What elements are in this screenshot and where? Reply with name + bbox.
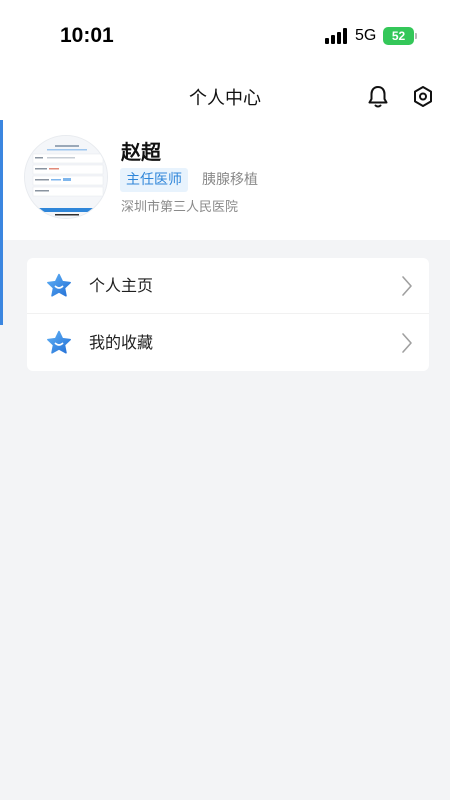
menu-item-homepage[interactable]: 个人主页 (27, 258, 429, 314)
bell-icon[interactable] (366, 84, 390, 110)
settings-icon[interactable] (411, 84, 435, 110)
battery-icon: 52 (383, 27, 417, 45)
status-time: 10:01 (60, 24, 114, 47)
hospital-label: 深圳市第三人民医院 (121, 200, 239, 215)
star-icon (47, 273, 71, 297)
avatar-image (25, 136, 107, 218)
battery-level: 52 (383, 27, 414, 45)
edge-accent-bar (0, 120, 3, 325)
department-label: 胰腺移植 (202, 172, 258, 188)
star-icon (47, 330, 71, 354)
doctor-name: 赵超 (121, 140, 161, 164)
menu-card: 个人主页 我的收藏 (27, 258, 429, 371)
menu-item-label: 我的收藏 (89, 333, 154, 352)
status-bar: 10:01 5G 52 (0, 0, 450, 72)
menu-item-label: 个人主页 (89, 276, 154, 295)
network-type: 5G (355, 27, 377, 44)
chevron-right-icon (402, 276, 412, 296)
chevron-right-icon (402, 333, 412, 353)
menu-item-favorites[interactable]: 我的收藏 (27, 315, 429, 371)
avatar[interactable] (24, 135, 108, 219)
battery-cap (415, 33, 417, 39)
title-badge: 主任医师 (120, 168, 188, 192)
signal-icon (325, 28, 347, 44)
